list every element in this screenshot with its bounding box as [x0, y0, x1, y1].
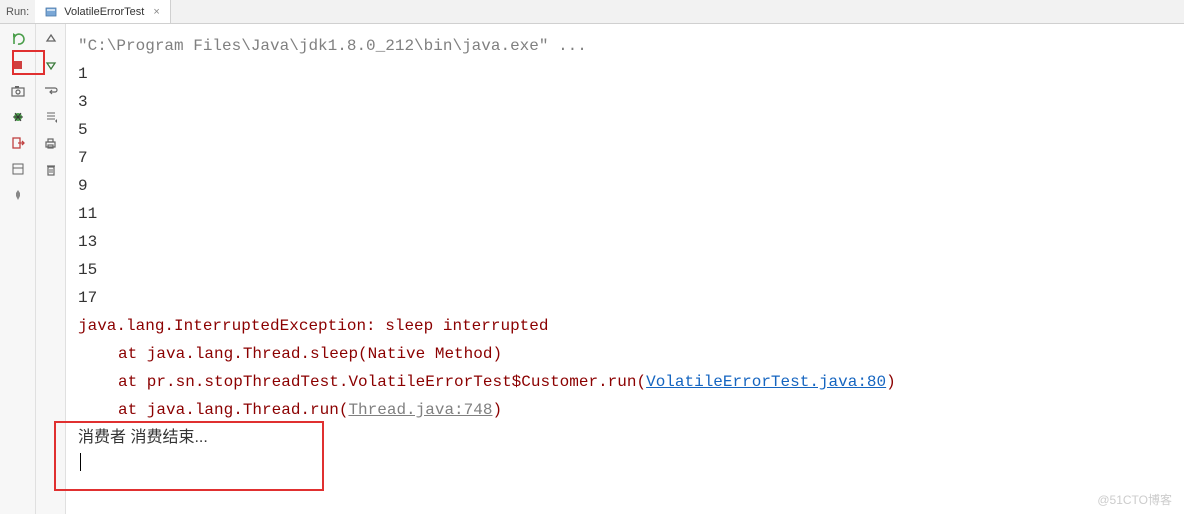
- camera-icon[interactable]: [9, 82, 27, 100]
- arrow-up-icon[interactable]: [42, 30, 60, 48]
- output-number-line: 3: [78, 88, 1172, 116]
- layout-icon[interactable]: [9, 160, 27, 178]
- left-gutter-1: [0, 24, 36, 514]
- run-label: Run:: [0, 6, 35, 18]
- output-number-line: 13: [78, 228, 1172, 256]
- output-number-line: 11: [78, 200, 1172, 228]
- stack-line: at pr.sn.stopThreadTest.VolatileErrorTes…: [78, 368, 1172, 396]
- console-output[interactable]: "C:\Program Files\Java\jdk1.8.0_212\bin\…: [66, 24, 1184, 514]
- output-number-line: 5: [78, 116, 1172, 144]
- close-icon[interactable]: ×: [153, 6, 159, 18]
- input-cursor-line[interactable]: [78, 452, 1172, 472]
- debug-bug-icon[interactable]: [9, 108, 27, 126]
- print-icon[interactable]: [42, 134, 60, 152]
- scroll-end-icon[interactable]: [42, 108, 60, 126]
- exit-icon[interactable]: [9, 134, 27, 152]
- trash-icon[interactable]: [42, 160, 60, 178]
- output-number-line: 9: [78, 172, 1172, 200]
- source-link[interactable]: VolatileErrorTest.java:80: [646, 373, 886, 391]
- exception-line: java.lang.InterruptedException: sleep in…: [78, 312, 1172, 340]
- run-tab[interactable]: VolatileErrorTest ×: [35, 0, 171, 23]
- output-number-line: 7: [78, 144, 1172, 172]
- stack-line: at java.lang.Thread.sleep(Native Method): [78, 340, 1172, 368]
- top-bar: Run: VolatileErrorTest ×: [0, 0, 1184, 24]
- stack-line: at java.lang.Thread.run(Thread.java:748): [78, 396, 1172, 424]
- output-number-line: 1: [78, 60, 1172, 88]
- main-area: "C:\Program Files\Java\jdk1.8.0_212\bin\…: [0, 24, 1184, 514]
- text-cursor: [80, 453, 81, 471]
- rerun-icon[interactable]: [9, 30, 27, 48]
- left-gutter-2: [36, 24, 66, 514]
- output-number-line: 15: [78, 256, 1172, 284]
- output-number-line: 17: [78, 284, 1172, 312]
- run-config-icon: [45, 5, 59, 19]
- output-line: 消费者 消费结束...: [78, 424, 1172, 452]
- stop-icon[interactable]: [9, 56, 27, 74]
- pin-icon[interactable]: [9, 186, 27, 204]
- source-link[interactable]: Thread.java:748: [348, 401, 492, 419]
- command-line: "C:\Program Files\Java\jdk1.8.0_212\bin\…: [78, 32, 1172, 60]
- wrap-icon[interactable]: [42, 82, 60, 100]
- tab-label: VolatileErrorTest: [64, 6, 144, 18]
- arrow-down-icon[interactable]: [42, 56, 60, 74]
